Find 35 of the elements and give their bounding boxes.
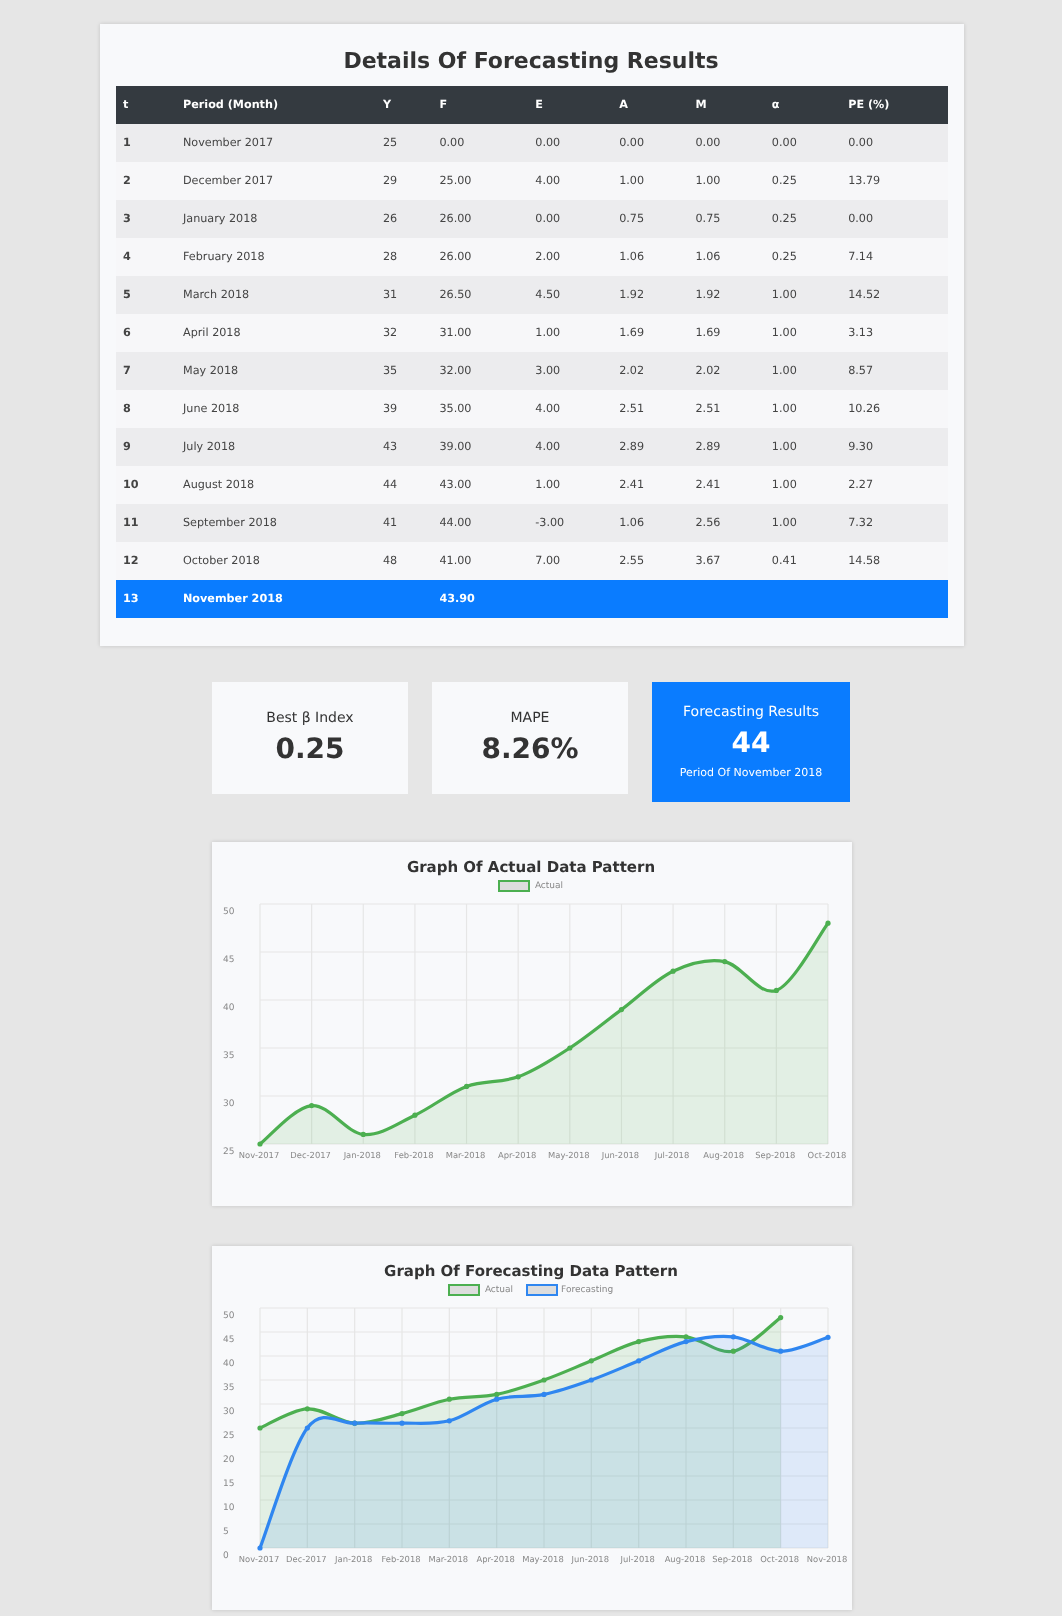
- data-point: [308, 1103, 314, 1109]
- data-point: [777, 1348, 783, 1354]
- data-point: [635, 1339, 641, 1345]
- data-point: [587, 1358, 593, 1364]
- data-point: [445, 1396, 451, 1402]
- data-point: [729, 1348, 735, 1354]
- data-point: [669, 968, 675, 974]
- stat-value: 0.25: [275, 734, 345, 766]
- data-point: [617, 1007, 624, 1013]
- data-point: [445, 1418, 451, 1424]
- data-point: [462, 1083, 469, 1089]
- data-point: [729, 1334, 735, 1340]
- data-point: [398, 1420, 404, 1426]
- data-point: [824, 920, 830, 926]
- data-point: [540, 1391, 546, 1397]
- data-point: [256, 1545, 262, 1551]
- data-point: [256, 1425, 262, 1431]
- data-point: [721, 959, 727, 965]
- data-point: [256, 1141, 262, 1147]
- data-point: [411, 1112, 417, 1118]
- data-point: [635, 1358, 641, 1364]
- data-point: [398, 1411, 404, 1417]
- data-point: [303, 1406, 309, 1412]
- data-point: [303, 1425, 309, 1431]
- data-point: [359, 1131, 365, 1137]
- data-point: [772, 987, 778, 993]
- data-point: [566, 1045, 572, 1051]
- data-point: [514, 1074, 520, 1080]
- data-point: [587, 1377, 593, 1383]
- data-point: [540, 1377, 546, 1383]
- table-title: Details Of Forecasting Results: [341, 48, 721, 74]
- stat-value: 8.26%: [481, 734, 579, 766]
- data-point: [824, 1334, 830, 1340]
- stat-value: 44: [731, 728, 771, 760]
- data-point: [777, 1315, 783, 1321]
